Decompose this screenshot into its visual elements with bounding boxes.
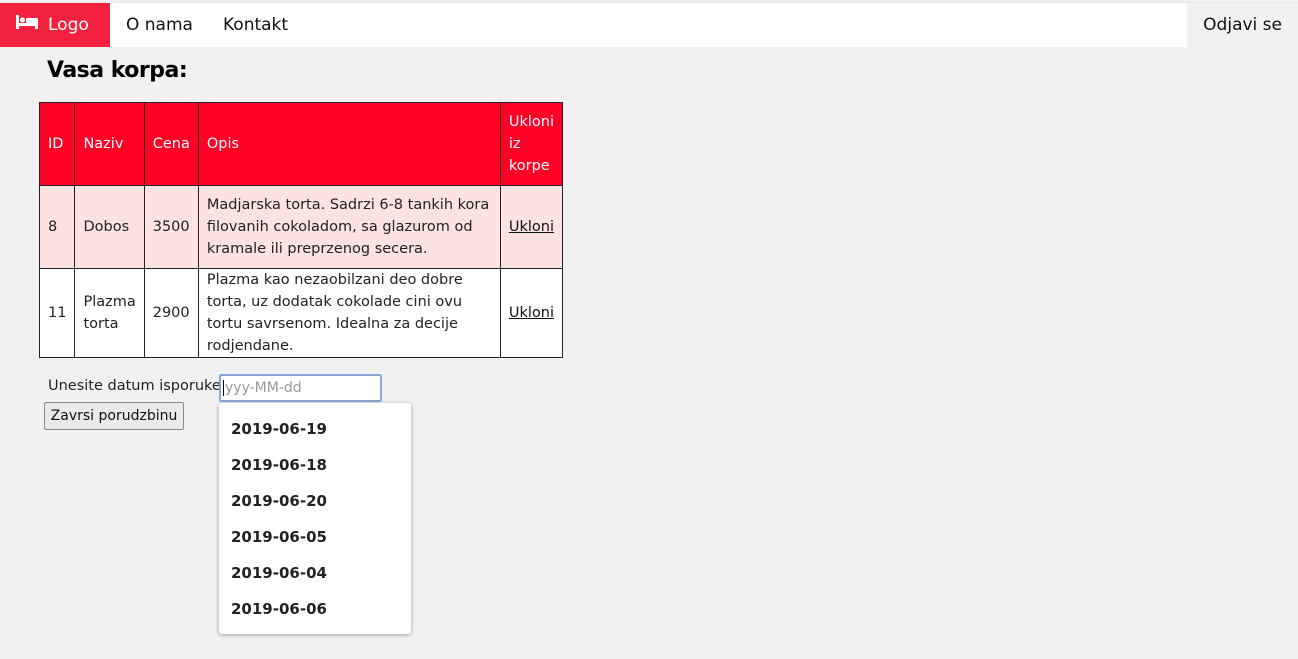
- delivery-date-input[interactable]: yyy-MM-dd: [219, 374, 382, 402]
- cell-id: 8: [38, 185, 76, 269]
- remove-link[interactable]: Ukloni: [509, 305, 554, 321]
- cell-description: Plazma kao nezaobilzani deo dobre torta,…: [197, 268, 501, 358]
- cell-remove: Ukloni: [499, 268, 564, 358]
- autocomplete-option[interactable]: 2019-06-04: [219, 555, 411, 591]
- autocomplete-option[interactable]: 2019-06-05: [219, 519, 411, 555]
- column-header-remove: Ukloni iz korpe: [499, 102, 564, 186]
- column-header-price: Cena: [143, 102, 199, 186]
- nav-contact[interactable]: Kontakt: [207, 3, 304, 47]
- logout-link[interactable]: Odjavi se: [1187, 3, 1298, 47]
- page-title: Vasa korpa:: [47, 58, 188, 83]
- cell-id: 11: [38, 268, 76, 358]
- cell-price: 3500: [143, 185, 199, 269]
- nav-logo[interactable]: Logo: [0, 3, 110, 47]
- column-header-name: Naziv: [74, 102, 145, 186]
- finish-order-button[interactable]: Zavrsi porudzbinu: [44, 402, 184, 430]
- nav-about[interactable]: O nama: [110, 3, 209, 47]
- cell-description: Madjarska torta. Sadrzi 6-8 tankih kora …: [197, 185, 501, 269]
- autocomplete-option[interactable]: 2019-06-06: [219, 591, 411, 627]
- remove-link[interactable]: Ukloni: [509, 219, 554, 235]
- date-autocomplete-dropdown: 2019-06-19 2019-06-18 2019-06-20 2019-06…: [219, 403, 411, 634]
- column-header-description: Opis: [197, 102, 501, 186]
- autocomplete-option[interactable]: 2019-06-18: [219, 447, 411, 483]
- bed-icon: [16, 2, 38, 46]
- cell-remove: Ukloni: [499, 185, 564, 269]
- top-navbar: Logo O nama Kontakt Odjavi se: [0, 2, 1298, 47]
- cell-name: Plazma torta: [74, 268, 145, 358]
- table-row: 11 Plazma torta 2900 Plazma kao nezaobil…: [38, 268, 564, 358]
- cell-name: Dobos: [74, 185, 145, 269]
- logo-label: Logo: [48, 15, 89, 35]
- delivery-date-placeholder: yyy-MM-dd: [225, 380, 302, 396]
- autocomplete-list: 2019-06-19 2019-06-18 2019-06-20 2019-06…: [219, 403, 411, 627]
- column-header-id: ID: [38, 102, 76, 186]
- table-header-row: ID Naziv Cena Opis Ukloni iz korpe: [38, 102, 564, 186]
- cell-price: 2900: [143, 268, 199, 358]
- autocomplete-option[interactable]: 2019-06-20: [219, 483, 411, 519]
- autocomplete-option[interactable]: 2019-06-19: [219, 411, 411, 447]
- text-caret: [223, 380, 224, 396]
- table-row: 8 Dobos 3500 Madjarska torta. Sadrzi 6-8…: [38, 185, 564, 269]
- delivery-date-label: Unesite datum isporuke:: [48, 378, 226, 394]
- cart-table: ID Naziv Cena Opis Ukloni iz korpe 8 Dob…: [38, 102, 564, 358]
